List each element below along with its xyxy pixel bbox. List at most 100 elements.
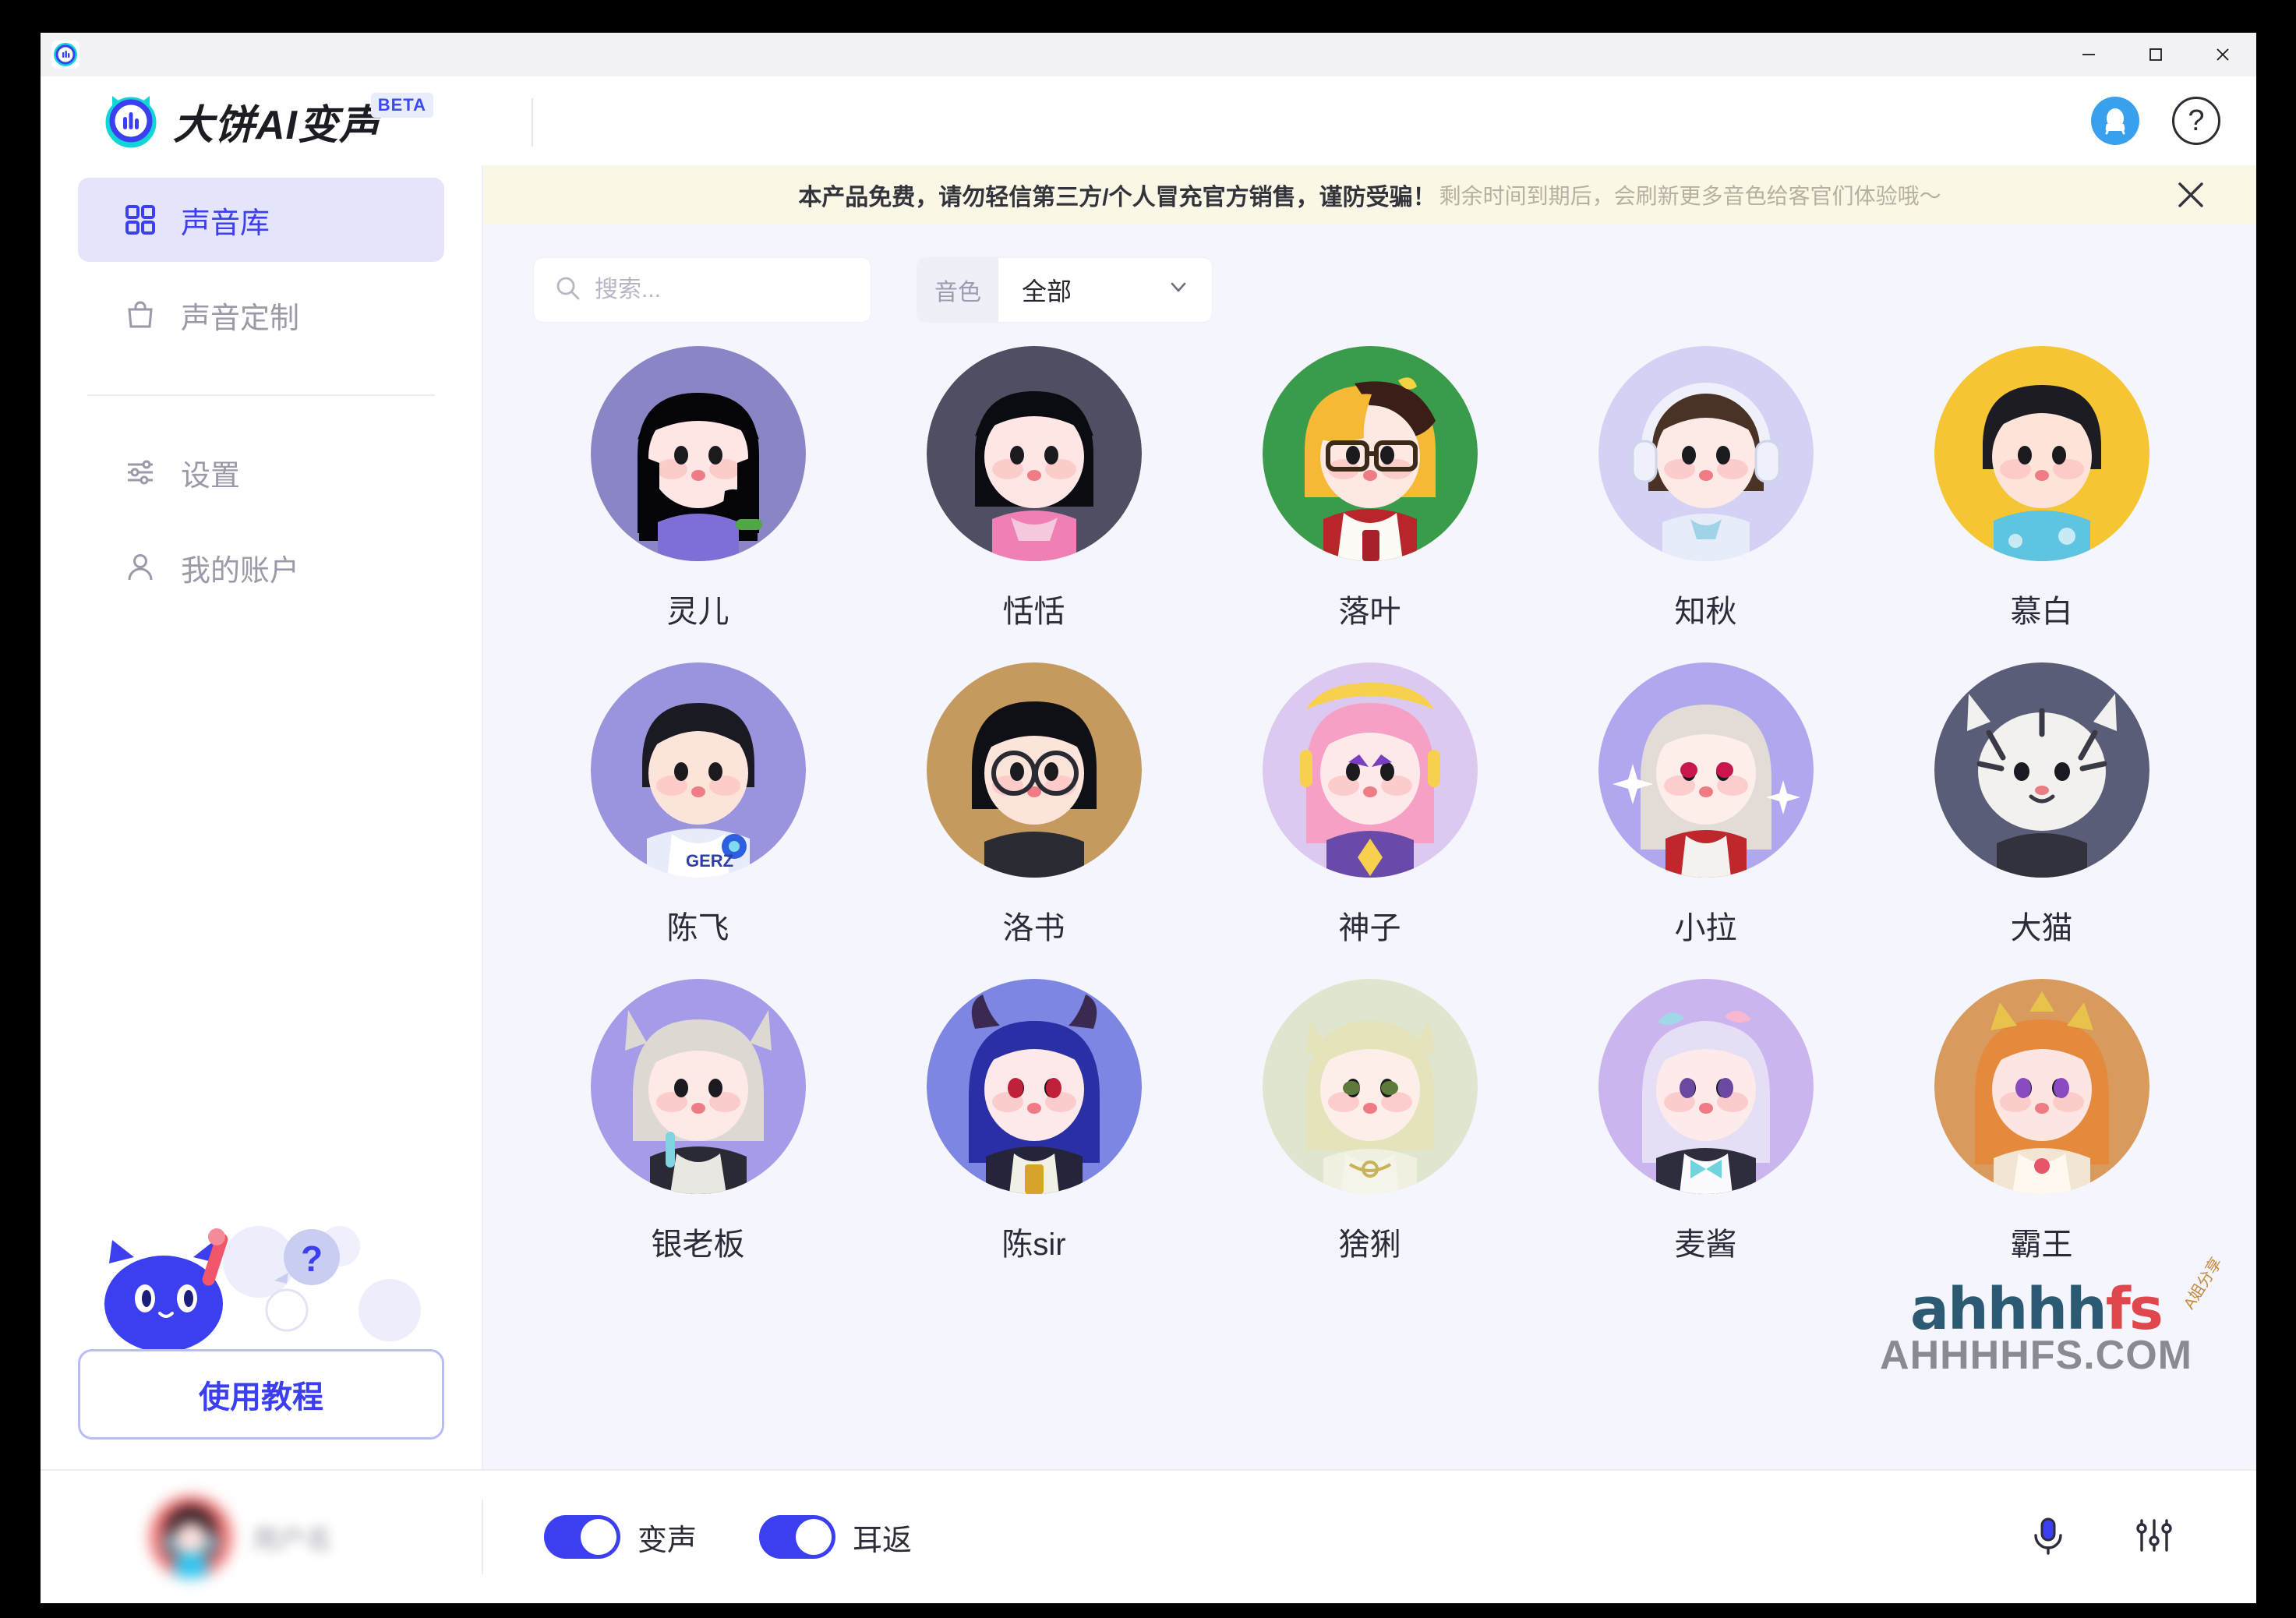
- voice-card[interactable]: 陈sir: [866, 979, 1202, 1295]
- voice-avatar-icon[interactable]: [1934, 662, 2149, 878]
- filter-select[interactable]: 全部: [998, 258, 1212, 322]
- qq-penguin-icon[interactable]: [2091, 97, 2139, 145]
- help-icon[interactable]: ?: [2172, 97, 2220, 145]
- voice-avatar-icon[interactable]: [1262, 662, 1478, 878]
- notice-light-text: 剩余时间到期后，会刷新更多音色给客官们体验哦～: [1439, 184, 1941, 208]
- voice-avatar-icon[interactable]: [1598, 346, 1814, 561]
- voice-avatar-icon[interactable]: [1598, 662, 1814, 878]
- maximize-button[interactable]: [2122, 33, 2189, 76]
- avatar[interactable]: [150, 1496, 232, 1578]
- earback-toggle-wrap: 耳返: [759, 1515, 912, 1559]
- voice-card[interactable]: 麦酱: [1538, 979, 1874, 1295]
- minimize-button[interactable]: [2055, 33, 2122, 76]
- voice-card[interactable]: 神子: [1202, 662, 1538, 979]
- tutorial-block: ? 使用教程: [78, 1217, 444, 1440]
- voice-name: 神子: [1338, 911, 1401, 945]
- voice-card[interactable]: 知秋: [1538, 346, 1874, 662]
- voice-card[interactable]: GERZ 陈飞: [530, 662, 866, 979]
- bag-icon: [123, 298, 157, 332]
- app-logo-icon: [51, 41, 79, 69]
- voice-card[interactable]: 猞猁: [1202, 979, 1538, 1295]
- voice-name: 麦酱: [1674, 1228, 1737, 1262]
- voice-card[interactable]: 灵儿: [530, 346, 866, 662]
- sidebar-item-label: 我的账户: [181, 554, 300, 588]
- voice-avatar-icon[interactable]: GERZ: [590, 662, 806, 878]
- voice-name: 霸王: [2010, 1228, 2073, 1262]
- sidebar-item-label: 设置: [181, 459, 241, 493]
- search-box[interactable]: [533, 257, 871, 323]
- voice-name: 银老板: [651, 1228, 745, 1262]
- voice-avatar-icon[interactable]: [590, 979, 806, 1194]
- voice-avatar-icon[interactable]: [926, 662, 1142, 878]
- voice-card[interactable]: 洛书: [866, 662, 1202, 979]
- grid-icon: [123, 203, 157, 237]
- voice-name: 知秋: [1674, 595, 1737, 629]
- tutorial-button[interactable]: 使用教程: [78, 1349, 444, 1440]
- user-area[interactable]: 用户名: [41, 1496, 482, 1578]
- header-divider: [532, 98, 533, 147]
- sidebar-item-voice-custom[interactable]: 声音定制: [78, 273, 444, 357]
- voice-avatar-icon[interactable]: [926, 346, 1142, 561]
- filter-selected-value: 全部: [1022, 277, 1072, 306]
- voice-grid: 灵儿 恬恬 落叶 知秋 慕白 GERZ 陈飞 洛书 神子 小拉 大猫 银老板 陈…: [483, 346, 2256, 1469]
- title-bar: [41, 33, 2256, 76]
- sidebar-item-settings[interactable]: 设置: [78, 430, 444, 514]
- voice-avatar-icon[interactable]: [1598, 979, 1814, 1194]
- voice-card[interactable]: 慕白: [1874, 346, 2209, 662]
- voice-filter[interactable]: 音色 全部: [917, 257, 1213, 323]
- voice-change-toggle-wrap: 变声: [544, 1515, 697, 1559]
- sidebar-item-label: 声音库: [181, 207, 270, 240]
- voice-name: 大猫: [2010, 911, 2073, 945]
- sliders-icon: [123, 455, 157, 489]
- chevron-down-icon: [1167, 275, 1190, 305]
- voice-name: 小拉: [1674, 911, 1737, 945]
- voice-card[interactable]: 落叶: [1202, 346, 1538, 662]
- filter-label: 音色: [917, 258, 998, 322]
- sidebar-item-my-account[interactable]: 我的账户: [78, 525, 444, 609]
- voice-name: 恬恬: [1002, 595, 1065, 629]
- voice-avatar-icon[interactable]: [1262, 979, 1478, 1194]
- footer-toggles: 变声 耳返: [483, 1515, 912, 1559]
- voice-card[interactable]: 恬恬: [866, 346, 1202, 662]
- microphone-icon[interactable]: [2024, 1511, 2072, 1563]
- sidebar-divider: [87, 394, 435, 396]
- voice-card[interactable]: 大猫: [1874, 662, 2209, 979]
- notice-strong-text: 本产品免费，请勿轻信第三方/个人冒充官方销售，谨防受骗！: [798, 185, 1436, 210]
- voice-name: 陈飞: [666, 911, 729, 945]
- voice-avatar-icon[interactable]: [1262, 346, 1478, 561]
- sidebar: 声音库 声音定制 设置 我的账户 ? 使用教程: [41, 165, 482, 1469]
- equalizer-icon[interactable]: [2130, 1511, 2178, 1563]
- earback-toggle[interactable]: [759, 1515, 836, 1559]
- voice-card[interactable]: 银老板: [530, 979, 866, 1295]
- earback-label: 耳返: [853, 1524, 913, 1557]
- voice-card[interactable]: 霸王: [1874, 979, 2209, 1295]
- toggle-knob: [581, 1519, 616, 1555]
- person-icon: [123, 550, 157, 585]
- close-button[interactable]: [2189, 33, 2256, 76]
- beta-badge: BETA: [370, 93, 434, 118]
- svg-text:GERZ: GERZ: [686, 851, 733, 871]
- voice-avatar-icon[interactable]: [590, 346, 806, 561]
- toolbar: 音色 全部: [483, 224, 2256, 346]
- voice-card[interactable]: 小拉: [1538, 662, 1874, 979]
- toggle-knob: [796, 1519, 832, 1555]
- brand-name: 大饼AI变声: [173, 102, 381, 148]
- main-content: 本产品免费，请勿轻信第三方/个人冒充官方销售，谨防受骗！ 剩余时间到期后，会刷新…: [482, 165, 2256, 1469]
- close-icon[interactable]: [2172, 176, 2209, 214]
- voice-name: 灵儿: [666, 595, 729, 629]
- header-actions: ?: [2091, 97, 2220, 145]
- window-controls: [2055, 33, 2256, 76]
- user-name: 用户名: [253, 1524, 332, 1555]
- search-icon: [554, 274, 582, 306]
- voice-change-toggle[interactable]: [544, 1515, 620, 1559]
- sidebar-item-voice-library[interactable]: 声音库: [78, 178, 444, 262]
- voice-avatar-icon[interactable]: [1934, 979, 2149, 1194]
- voice-name: 猞猁: [1338, 1228, 1401, 1262]
- svg-text:?: ?: [301, 1238, 323, 1279]
- footer-bar: 用户名 变声 耳返: [41, 1469, 2256, 1603]
- voice-avatar-icon[interactable]: [926, 979, 1142, 1194]
- app-header: 大饼AI变声 BETA ?: [41, 76, 2256, 165]
- voice-avatar-icon[interactable]: [1934, 346, 2149, 561]
- app-window: 大饼AI变声 BETA ? 声音库 声音定制 设置 我的账户 ? 使用教程 本产…: [41, 33, 2256, 1603]
- search-input[interactable]: [595, 277, 850, 303]
